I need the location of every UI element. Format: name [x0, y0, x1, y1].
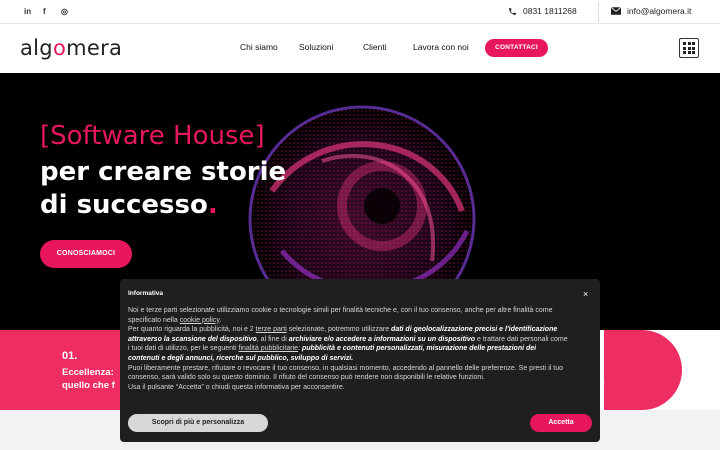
cookie-paragraph-1: Noi e terze parti selezionate utilizziam… — [128, 307, 553, 324]
divider — [598, 2, 599, 22]
nav-chi-siamo[interactable]: Chi siamo — [240, 42, 278, 52]
page: in f ◎ 0831 1811268 info@algomera.it alg… — [0, 0, 720, 450]
phone-icon — [509, 7, 516, 15]
email-contact[interactable]: info@algomera.it — [611, 6, 691, 16]
phone-contact[interactable]: 0831 1811268 — [508, 6, 577, 16]
instagram-icon[interactable]: ◎ — [61, 7, 68, 16]
accept-button[interactable]: Accetta — [530, 414, 592, 432]
site-logo[interactable]: algomera — [20, 36, 122, 60]
cookie-policy-link[interactable]: cookie policy — [180, 317, 220, 324]
envelope-icon — [611, 7, 621, 15]
cookie-paragraph-2: Per quanto riguarda la pubblicità, noi e… — [128, 326, 568, 362]
third-parties-link[interactable]: terze parti — [256, 326, 287, 333]
email-address[interactable]: info@algomera.it — [627, 6, 691, 16]
grid-menu-icon[interactable] — [679, 38, 699, 58]
facebook-icon[interactable]: f — [43, 7, 46, 16]
nav-lavora-con-noi[interactable]: Lavora con noi — [413, 42, 469, 52]
cookie-body: Noi e terze parti selezionate utilizziam… — [128, 306, 568, 392]
advertising-purposes-link[interactable]: finalità pubblicitarie — [239, 345, 299, 352]
cookie-paragraph-3: Puoi liberamente prestare, rifiutare o r… — [128, 364, 564, 382]
close-icon[interactable]: × — [583, 289, 588, 299]
hero-headline-2: di successo. — [40, 190, 218, 220]
feature-number: 01. — [62, 350, 78, 362]
nav-clienti[interactable]: Clienti — [363, 42, 387, 52]
top-bar: in f ◎ 0831 1811268 info@algomera.it — [0, 0, 720, 24]
hero-headline-1: per creare storie — [40, 157, 287, 187]
conosciamoci-button[interactable]: CONOSCIAMOCI — [40, 240, 132, 268]
learn-more-button[interactable]: Scopri di più e personalizza — [128, 414, 268, 432]
cookie-banner: Informativa × Noi e terze parti selezion… — [120, 279, 600, 442]
contact-button[interactable]: CONTATTACI — [485, 39, 548, 57]
linkedin-icon[interactable]: in — [24, 7, 31, 16]
nav-soluzioni[interactable]: Soluzioni — [299, 42, 334, 52]
phone-number[interactable]: 0831 1811268 — [523, 6, 577, 16]
cookie-paragraph-4: Usa il pulsante “Accetta” o chiudi quest… — [128, 383, 345, 391]
cookie-title: Informativa — [128, 290, 164, 297]
hero-tagline: [Software House] — [40, 121, 265, 151]
main-header: algomera Chi siamo Soluzioni Clienti Lav… — [0, 24, 720, 73]
